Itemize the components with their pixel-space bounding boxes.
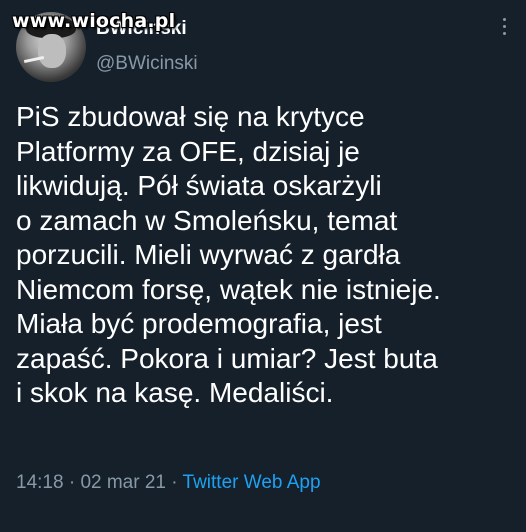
watermark: www.wiocha.pl xyxy=(12,10,176,32)
tweet-source-link[interactable]: Twitter Web App xyxy=(183,472,321,493)
more-dot xyxy=(502,18,506,21)
author-handle[interactable]: @BWicinski xyxy=(96,53,198,75)
tweet-meta: 14:18 · 02 mar 21 · Twitter Web App xyxy=(16,472,321,494)
more-dot xyxy=(502,25,506,28)
tweet-text: PiS zbudował się na krytyce Platformy za… xyxy=(16,101,441,408)
more-dot xyxy=(502,32,506,35)
meta-separator: · xyxy=(63,472,81,493)
more-vertical-icon[interactable] xyxy=(500,18,508,35)
tweet-time[interactable]: 14:18 xyxy=(16,472,64,493)
avatar-face xyxy=(38,34,66,68)
tweet-card: BWicinski @BWicinski www.wiocha.pl PiS z… xyxy=(0,0,526,532)
meta-separator: · xyxy=(165,472,183,493)
tweet-date[interactable]: 02 mar 21 xyxy=(80,472,166,493)
